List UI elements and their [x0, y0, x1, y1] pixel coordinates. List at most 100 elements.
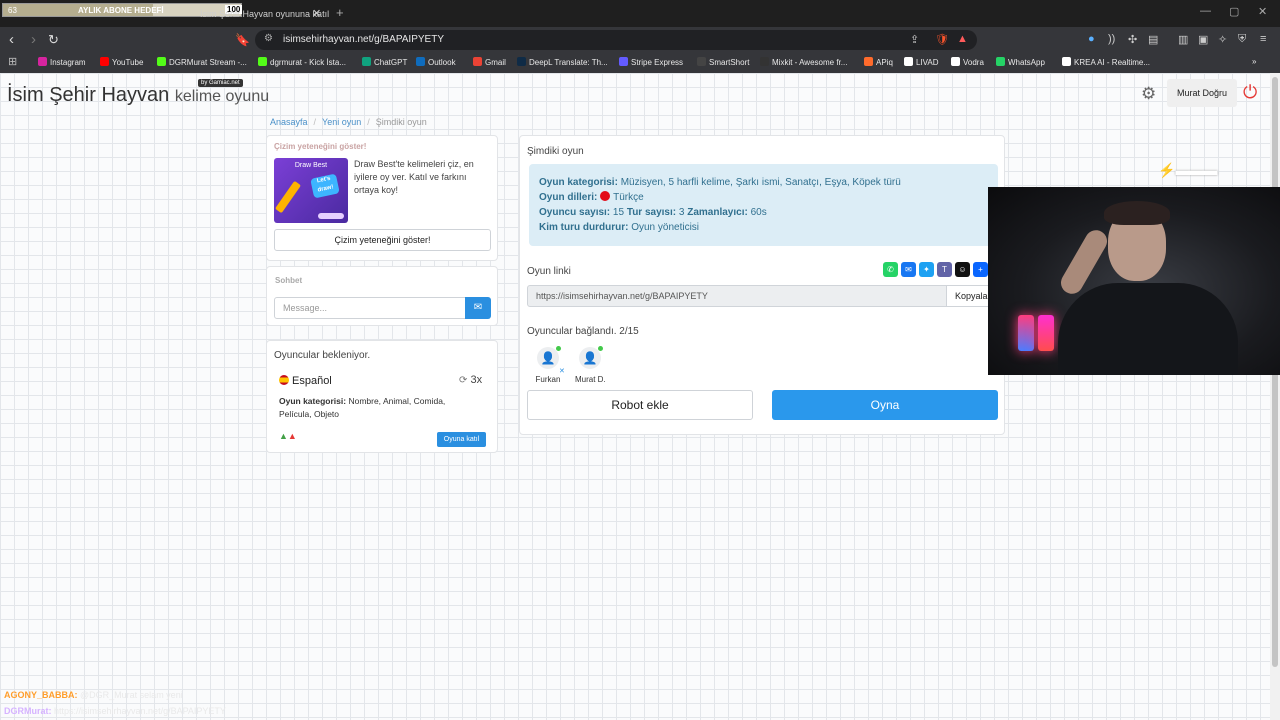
bookmark-item[interactable]: YouTube	[100, 57, 143, 67]
bookmark-label: APiq	[876, 58, 893, 67]
browser-tab[interactable]: İsim Şehir Hayvan oyununa katıl ✕	[190, 4, 330, 24]
snapchat-share-icon[interactable]: ☺	[955, 262, 970, 277]
vpn-icon[interactable]: ⛨	[1238, 33, 1246, 46]
back-icon[interactable]: ‹	[9, 31, 14, 48]
site-info-icon[interactable]: ⚙	[264, 33, 273, 44]
brave-rewards-icon[interactable]: ▲	[957, 33, 968, 45]
bookmarks-overflow-icon[interactable]: »	[1252, 57, 1256, 66]
bookmark-icon[interactable]: 🔖	[235, 33, 250, 47]
bookmark-item[interactable]: SmartShort	[697, 57, 749, 67]
url-text: isimsehirhayvan.net/g/BAPAIPYETY	[283, 34, 444, 45]
forward-icon[interactable]: ›	[31, 31, 36, 48]
thumbnail-logo	[318, 213, 344, 219]
bookmark-item[interactable]: Instagram	[38, 57, 86, 67]
chat-username: DGRMurat:	[4, 706, 52, 716]
turkey-flag-icon	[600, 191, 611, 201]
chat-header: Sohbet	[275, 276, 303, 285]
new-tab-icon[interactable]: +	[336, 5, 344, 20]
player-green-icon: ▲	[279, 431, 288, 441]
player-red-icon: ▲	[287, 431, 297, 441]
rgb-lamp	[1038, 315, 1054, 351]
close-tab-icon[interactable]: ✕	[312, 7, 321, 20]
bookmark-label: Gmail	[485, 58, 506, 67]
bookmark-item[interactable]: DGRMurat Stream -...	[157, 57, 247, 67]
bookmark-item[interactable]: ChatGPT	[362, 57, 407, 67]
sidebar-icon[interactable]: ▥	[1178, 33, 1188, 46]
teams-share-icon[interactable]: T	[937, 262, 952, 277]
user-menu-button[interactable]: Murat Doğru	[1167, 79, 1237, 107]
stream-chat-line: AGONY_BABBA: @DGR_Murat selam yeni	[4, 690, 183, 700]
more-share-icon[interactable]: +	[973, 262, 988, 277]
bookmark-favicon-icon	[760, 57, 769, 66]
kick-player-icon[interactable]: ✕	[559, 367, 565, 375]
share-icon[interactable]: ⇪	[910, 33, 919, 46]
chat-send-button[interactable]: ✉	[465, 297, 491, 319]
reload-icon[interactable]: ↻	[48, 32, 59, 48]
show-drawing-skill-button[interactable]: Çizim yeteneğini göster!	[274, 229, 491, 251]
waiting-games-card: Oyuncular bekleniyor. Español ⟳ 3x Oyun …	[266, 340, 498, 453]
bookmark-favicon-icon	[473, 57, 482, 66]
bookmark-item[interactable]: dgrmurat - Kick İsta...	[258, 57, 346, 67]
bookmark-item[interactable]: Gmail	[473, 57, 506, 67]
tab-title: İsim Şehir Hayvan oyununa katıl	[200, 9, 330, 19]
bookmark-item[interactable]: Vodra	[951, 57, 984, 67]
bookmark-label: DGRMurat Stream -...	[169, 58, 247, 67]
breadcrumb-home[interactable]: Anasayfa	[270, 117, 308, 127]
draw-card-header: Çizim yeteneğini göster!	[274, 142, 367, 151]
bookmark-favicon-icon	[1062, 57, 1071, 66]
twitter-share-icon[interactable]: ✦	[919, 262, 934, 277]
bookmark-label: Outlook	[428, 58, 456, 67]
join-game-button[interactable]: Oyuna katıl	[437, 432, 486, 447]
settings-gear-icon[interactable]: ⚙	[1141, 84, 1156, 104]
goal-label: AYLIK ABONE HEDEFİ	[78, 6, 164, 15]
game-link-input[interactable]: https://isimsehirhayvan.net/g/BAPAIPYETY	[527, 285, 947, 307]
wallet-icon[interactable]: ▣	[1198, 33, 1208, 46]
pencil-icon	[274, 180, 302, 214]
audio-icon[interactable]: ))	[1108, 33, 1115, 45]
page-scrollbar[interactable]	[1270, 73, 1280, 720]
logout-power-icon[interactable]: ⏻	[1243, 82, 1257, 103]
play-button[interactable]: Oyna	[772, 390, 998, 420]
bookmark-label: dgrmurat - Kick İsta...	[270, 58, 347, 67]
maximize-icon[interactable]: ▢	[1229, 5, 1239, 18]
chat-message-input[interactable]: Message...	[274, 297, 466, 319]
add-robot-button[interactable]: Robot ekle	[527, 390, 753, 420]
game-languages-row: Oyun dilleri: Türkçe	[539, 191, 644, 203]
window-close-icon[interactable]: ✕	[1258, 5, 1267, 18]
breadcrumb-new-game[interactable]: Yeni oyun	[322, 117, 361, 127]
messenger-share-icon[interactable]: ✉	[901, 262, 916, 277]
bookmark-item[interactable]: LIVAD	[904, 57, 939, 67]
url-field[interactable]: ⚙ isimsehirhayvan.net/g/BAPAIPYETY ⇪ 🛡 ▲	[255, 30, 977, 50]
bookmark-item[interactable]: DeepL Translate: Th...	[517, 57, 608, 67]
bookmark-item[interactable]: WhatsApp	[996, 57, 1045, 67]
player-furkan[interactable]: 👤 Furkan ✕	[533, 346, 565, 384]
game-settings-row: Oyuncu sayısı: 15 Tur sayısı: 3 Zamanlay…	[539, 207, 767, 218]
brave-shields-icon[interactable]: 🛡	[935, 33, 949, 46]
bookmarks-bar: ⊞ Instagram YouTube DGRMurat Stream -... dg…	[0, 53, 1280, 73]
site-logo[interactable]: İsim Şehir Hayvan kelime oyunu	[7, 84, 269, 107]
bookmark-item[interactable]: KREA AI - Realtime...	[1062, 57, 1150, 67]
bookmark-item[interactable]: Outlook	[416, 57, 456, 67]
player-murat[interactable]: 👤 Murat D.	[575, 346, 606, 384]
tab-search-icon[interactable]: ▤	[1148, 33, 1158, 46]
whatsapp-share-icon[interactable]: ✆	[883, 262, 898, 277]
player-name: Furkan	[535, 375, 561, 384]
bookmark-label: LIVAD	[916, 58, 939, 67]
bookmark-label: Vodra	[963, 58, 984, 67]
bookmark-favicon-icon	[100, 57, 109, 66]
bookmark-item[interactable]: Mixkit - Awesome fr...	[760, 57, 847, 67]
leo-icon[interactable]: ✧	[1218, 33, 1227, 46]
waiting-game-category: Oyun kategorisi: Nombre, Animal, Comida,…	[279, 396, 446, 419]
extension-icon[interactable]: ●	[1088, 33, 1095, 45]
byline-badge[interactable]: by Gamiac.net	[198, 79, 243, 87]
minimize-icon[interactable]: —	[1200, 5, 1211, 17]
waiting-players-icons: ▲▲	[279, 431, 297, 441]
apps-grid-icon[interactable]: ⊞	[8, 55, 17, 68]
game-rounds: ⟳ 3x	[459, 374, 483, 386]
bookmark-favicon-icon	[864, 57, 873, 66]
bookmark-item[interactable]: APiq	[864, 57, 893, 67]
bookmark-item[interactable]: Stripe Express	[619, 57, 683, 67]
draw-best-thumbnail[interactable]: Draw Best Let's draw!	[274, 158, 348, 223]
menu-icon[interactable]: ≡	[1260, 33, 1266, 45]
puzzle-icon[interactable]: ✣	[1128, 33, 1137, 46]
